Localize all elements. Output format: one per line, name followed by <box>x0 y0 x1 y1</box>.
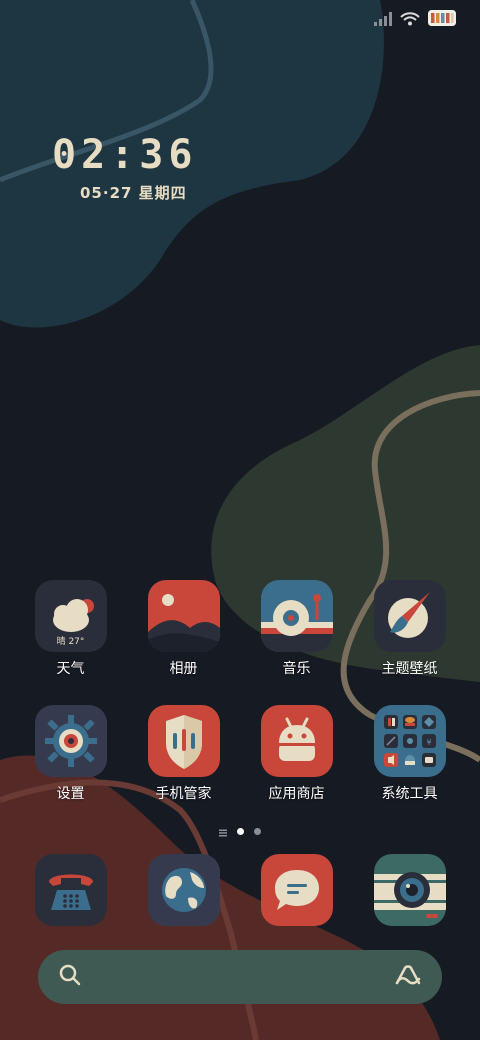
search-bar[interactable] <box>38 950 442 1004</box>
app-label: 手机管家 <box>155 786 212 802</box>
camera-icon <box>373 854 446 926</box>
dock-camera[interactable] <box>353 854 466 926</box>
clock-date: 05·27 星期四 <box>80 184 187 202</box>
weather-icon: 晴 27° <box>34 580 107 652</box>
dock-phone[interactable] <box>14 854 127 926</box>
search-icon[interactable] <box>58 963 82 991</box>
app-music[interactable]: 音乐 <box>240 580 353 678</box>
clock-time[interactable]: 02:36 <box>52 132 197 178</box>
theme-icon <box>373 580 446 652</box>
globe-icon <box>147 854 220 926</box>
settings-icon <box>34 705 107 777</box>
app-store-icon <box>260 705 333 777</box>
app-settings[interactable]: 设置 <box>14 705 127 803</box>
svg-text:¥: ¥ <box>426 738 431 747</box>
page-indicator[interactable] <box>0 822 480 841</box>
app-phone-manager[interactable]: 手机管家 <box>127 705 240 803</box>
system-tools-folder-icon: ¥ <box>373 705 446 777</box>
app-gallery[interactable]: 相册 <box>127 580 240 678</box>
app-label: 相册 <box>169 661 198 677</box>
status-bar <box>374 10 456 30</box>
phone-manager-icon <box>147 705 220 777</box>
folder-system-tools[interactable]: ¥ 系统工具 <box>353 705 466 803</box>
app-label: 系统工具 <box>381 786 438 802</box>
app-store[interactable]: 应用商店 <box>240 705 353 803</box>
page-list-icon[interactable] <box>219 822 227 841</box>
app-theme[interactable]: 主题壁纸 <box>353 580 466 678</box>
music-icon <box>260 580 333 652</box>
app-grid-row-1: 晴 27° 天气 相册 音乐 主题壁纸 <box>14 580 466 678</box>
battery-icon <box>428 10 456 30</box>
telephone-icon <box>34 854 107 926</box>
gallery-icon <box>147 580 220 652</box>
weather-badge: 晴 27° <box>56 637 85 647</box>
app-weather[interactable]: 晴 27° 天气 <box>14 580 127 678</box>
app-grid-row-2: 设置 手机管家 应用商店 ¥ 系统工具 <box>14 705 466 803</box>
app-label: 应用商店 <box>268 786 325 802</box>
page-dot[interactable] <box>254 828 261 835</box>
signal-icon <box>374 11 392 30</box>
page-dot-active[interactable] <box>237 828 244 835</box>
message-icon <box>260 854 333 926</box>
wifi-icon <box>400 11 420 30</box>
app-label: 天气 <box>56 661 85 677</box>
dock <box>14 854 466 926</box>
assistant-icon[interactable] <box>394 963 422 991</box>
dock-browser[interactable] <box>127 854 240 926</box>
dock-messages[interactable] <box>240 854 353 926</box>
app-label: 设置 <box>56 786 85 802</box>
app-label: 主题壁纸 <box>381 661 438 677</box>
app-label: 音乐 <box>282 661 311 677</box>
